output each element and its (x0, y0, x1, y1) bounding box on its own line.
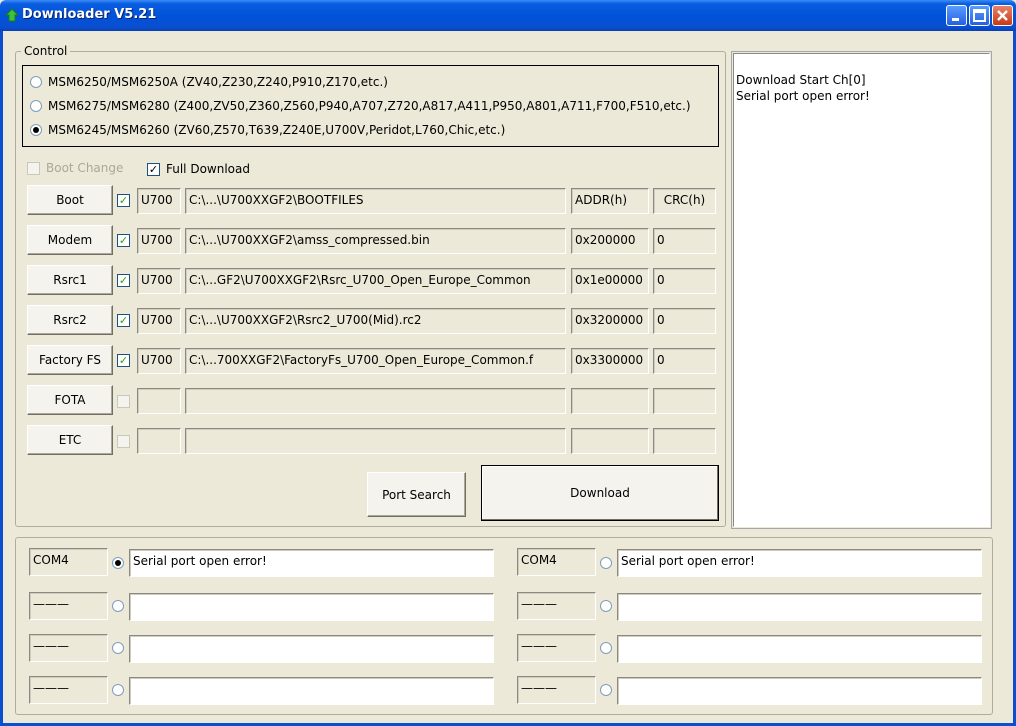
factory-fs-button[interactable]: Factory FS (27, 345, 113, 375)
model-option-3[interactable]: MSM6245/MSM6260 (ZV60,Z570,T639,Z240E,U7… (30, 123, 505, 137)
app-arrow-icon (5, 8, 19, 22)
log-line-2: Serial port open error! (736, 89, 870, 103)
port-right-2-name: ——— (517, 592, 596, 620)
fota-addr-field[interactable] (571, 388, 649, 414)
port-right-3-name: ——— (517, 634, 596, 662)
boot-checkbox[interactable]: ✓ (117, 194, 130, 207)
modem-button[interactable]: Modem (27, 225, 113, 255)
factory-fs-addr-field[interactable]: 0x3300000 (571, 348, 649, 374)
minimize-icon (952, 18, 959, 21)
port-right-2-radio[interactable] (600, 600, 612, 612)
port-right-2-status (617, 593, 982, 621)
control-legend: Control (21, 44, 71, 58)
port-left-2-status (129, 593, 494, 621)
rsrc2-crc-field[interactable]: 0 (653, 308, 716, 334)
model-radio-2[interactable] (30, 100, 42, 112)
port-left-3-name: ——— (29, 634, 108, 662)
port-left-2-name: ——— (29, 592, 108, 620)
maximize-icon (973, 9, 986, 22)
addr-header: ADDR(h) (571, 188, 649, 214)
rsrc1-crc-field[interactable]: 0 (653, 268, 716, 294)
port-left-4-status (129, 677, 494, 705)
boot-button[interactable]: Boot (27, 185, 113, 215)
rsrc2-button[interactable]: Rsrc2 (27, 305, 113, 335)
full-download-checkbox[interactable]: ✓ (147, 162, 160, 176)
crc-header: CRC(h) (653, 188, 716, 214)
port-search-button[interactable]: Port Search (367, 472, 466, 517)
maximize-button[interactable] (969, 5, 990, 26)
fota-model-field (137, 388, 181, 414)
port-right-1-radio[interactable] (600, 557, 612, 569)
factory-fs-crc-field[interactable]: 0 (653, 348, 716, 374)
etc-model-field (137, 428, 181, 454)
boot-change-checkbox[interactable] (27, 161, 40, 175)
download-button[interactable]: Download (481, 465, 719, 521)
rsrc2-checkbox[interactable]: ✓ (117, 314, 130, 327)
modem-addr-field[interactable]: 0x200000 (571, 228, 649, 254)
factory-fs-checkbox[interactable]: ✓ (117, 354, 130, 367)
rsrc1-path-field[interactable]: C:\...GF2\U700XXGF2\Rsrc_U700_Open_Europ… (185, 268, 566, 294)
rsrc1-addr-field[interactable]: 0x1e00000 (571, 268, 649, 294)
etc-crc-field[interactable] (653, 428, 716, 454)
full-download-label: Full Download (166, 162, 250, 176)
fota-checkbox[interactable] (117, 395, 130, 408)
model-radio-3[interactable] (30, 124, 42, 136)
close-button[interactable] (992, 5, 1013, 26)
port-right-3-status (617, 635, 982, 663)
port-right-4-name: ——— (517, 676, 596, 704)
boot-model-field: U700 (137, 188, 181, 214)
modem-path-field[interactable]: C:\...\U700XXGF2\amss_compressed.bin (185, 228, 566, 254)
port-left-3-radio[interactable] (112, 642, 124, 654)
full-download-option[interactable]: ✓ Full Download (147, 162, 250, 176)
boot-path-field[interactable]: C:\...\U700XXGF2\BOOTFILES (185, 188, 566, 214)
factory-fs-path-field[interactable]: C:\...700XXGF2\FactoryFs_U700_Open_Europ… (185, 348, 566, 374)
rsrc1-checkbox[interactable]: ✓ (117, 274, 130, 287)
rsrc2-model-field: U700 (137, 308, 181, 334)
port-left-1-status: Serial port open error! (129, 549, 494, 577)
model-label-1: MSM6250/MSM6250A (ZV40,Z230,Z240,P910,Z1… (48, 75, 388, 89)
etc-path-field[interactable] (185, 428, 566, 454)
model-label-2: MSM6275/MSM6280 (Z400,ZV50,Z360,Z560,P94… (48, 99, 691, 113)
boot-change-option[interactable]: Boot Change (27, 161, 123, 175)
fota-button[interactable]: FOTA (27, 385, 113, 415)
model-radio-1[interactable] (30, 76, 42, 88)
etc-addr-field[interactable] (571, 428, 649, 454)
fota-crc-field[interactable] (653, 388, 716, 414)
close-icon (997, 10, 1008, 21)
port-left-2-radio[interactable] (112, 600, 124, 612)
log-panel[interactable]: Download Start Ch[0] Serial port open er… (733, 53, 990, 527)
model-label-3: MSM6245/MSM6260 (ZV60,Z570,T639,Z240E,U7… (48, 123, 506, 137)
etc-button[interactable]: ETC (27, 425, 113, 455)
port-right-3-radio[interactable] (600, 642, 612, 654)
modem-crc-field[interactable]: 0 (653, 228, 716, 254)
port-left-1-radio[interactable] (112, 557, 124, 569)
port-left-4-radio[interactable] (112, 684, 124, 696)
rsrc1-model-field: U700 (137, 268, 181, 294)
port-left-4-name: ——— (29, 676, 108, 704)
boot-change-label: Boot Change (46, 161, 124, 175)
port-right-4-radio[interactable] (600, 684, 612, 696)
model-option-1[interactable]: MSM6250/MSM6250A (ZV40,Z230,Z240,P910,Z1… (30, 75, 388, 89)
minimize-button[interactable] (946, 5, 967, 26)
model-option-2[interactable]: MSM6275/MSM6280 (Z400,ZV50,Z360,Z560,P94… (30, 99, 710, 113)
rsrc2-addr-field[interactable]: 0x3200000 (571, 308, 649, 334)
factory-fs-model-field: U700 (137, 348, 181, 374)
etc-checkbox[interactable] (117, 435, 130, 448)
rsrc2-path-field[interactable]: C:\...\U700XXGF2\Rsrc2_U700(Mid).rc2 (185, 308, 566, 334)
fota-path-field[interactable] (185, 388, 566, 414)
window-title: Downloader V5.21 (22, 7, 157, 22)
port-right-4-status (617, 677, 982, 705)
modem-checkbox[interactable]: ✓ (117, 234, 130, 247)
log-line-1: Download Start Ch[0] (736, 73, 866, 87)
port-right-1-status: Serial port open error! (617, 549, 982, 577)
port-left-1-name: COM4 (29, 548, 108, 576)
port-left-3-status (129, 635, 494, 663)
port-right-1-name: COM4 (517, 548, 596, 576)
modem-model-field: U700 (137, 228, 181, 254)
rsrc1-button[interactable]: Rsrc1 (27, 265, 113, 295)
